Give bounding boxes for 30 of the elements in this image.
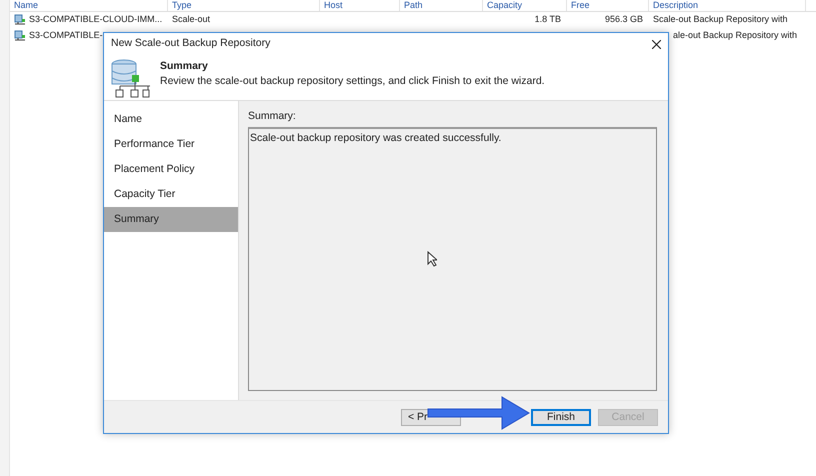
repository-name: S3-COMPATIBLE-CLOUD-IMM... — [29, 13, 162, 26]
summary-text: Scale-out backup repository was created successfully. — [250, 132, 502, 144]
wizard-step[interactable]: Performance Tier — [104, 132, 238, 157]
column-header[interactable]: Host — [320, 0, 400, 11]
table-cell-text: 956.3 GB — [604, 13, 643, 26]
column-header[interactable]: Type — [168, 0, 320, 11]
wizard-step[interactable]: Placement Policy — [104, 157, 238, 182]
repository-icon — [14, 14, 26, 26]
step-heading: Summary — [160, 60, 209, 73]
dialog-title: New Scale-out Backup Repository — [111, 36, 270, 52]
column-header[interactable]: Name — [10, 0, 168, 11]
table-cell-text: ale-out Backup Repository with — [673, 29, 798, 42]
wizard-step[interactable]: Summary — [104, 207, 238, 232]
mouse-cursor-icon — [427, 251, 437, 267]
column-header[interactable]: Path — [400, 0, 483, 11]
repository-name: S3-COMPATIBLE- — [29, 29, 103, 42]
step-description: Review the scale-out backup repository settings, and click Finish to exit the wizard. — [160, 74, 545, 89]
table-cell-text: Scale-out Backup Repository with — [653, 13, 788, 26]
close-icon[interactable] — [652, 40, 661, 48]
summary-label: Summary: — [248, 109, 297, 124]
wizard-step[interactable]: Name — [104, 107, 238, 132]
repository-icon — [14, 30, 26, 42]
column-header[interactable]: Description — [649, 0, 806, 11]
finish-button[interactable]: Finish — [531, 408, 591, 426]
wizard-step[interactable]: Capacity Tier — [104, 182, 238, 207]
table-cell-text: Scale-out — [172, 13, 210, 26]
column-header[interactable]: Free — [567, 0, 649, 11]
column-header[interactable]: Capacity — [483, 0, 567, 11]
table-cell-text: 1.8 TB — [534, 13, 561, 26]
summary-text-area[interactable]: Scale-out backup repository was created successfully. — [248, 126, 657, 391]
